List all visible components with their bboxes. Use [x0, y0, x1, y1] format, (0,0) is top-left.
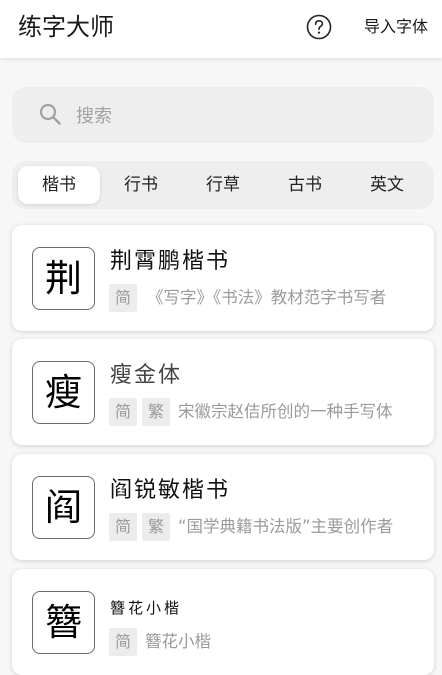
font-preview: 荆	[32, 247, 95, 310]
font-name: 阎锐敏楷书	[110, 478, 231, 503]
search-icon	[39, 103, 61, 125]
font-description: 簪花小楷	[145, 632, 211, 651]
tab-yingwen[interactable]: 英文	[346, 166, 428, 204]
search-input[interactable]	[74, 101, 418, 131]
font-description: “国学典籍书法版”主要创作者	[178, 517, 394, 536]
font-description: 《写字》《书法》教材范字书写者	[147, 288, 387, 307]
app-title: 练字大师	[18, 13, 114, 41]
tab-xingshu[interactable]: 行书	[100, 166, 182, 204]
import-font-button[interactable]: 导入字体	[364, 15, 428, 39]
style-tabs: 楷书 行书 行草 古书 英文	[12, 161, 434, 209]
tag-simplified: 简	[109, 284, 137, 312]
font-description: 宋徽宗赵佶所创的一种手写体	[178, 402, 393, 421]
font-name: 荆霄鹏楷书	[110, 249, 231, 274]
font-preview: 瘦	[32, 361, 95, 424]
font-preview: 阎	[32, 476, 95, 539]
app-header: 练字大师 导入字体	[0, 0, 442, 58]
tag-traditional: 繁	[142, 398, 170, 426]
tab-kaishu[interactable]: 楷书	[18, 166, 100, 204]
tag-simplified: 简	[109, 628, 137, 656]
font-card[interactable]: 瘦 瘦金体 简 繁 宋徽宗赵佶所创的一种手写体	[12, 339, 434, 445]
font-card[interactable]: 阎 阎锐敏楷书 简 繁 “国学典籍书法版”主要创作者	[12, 454, 434, 560]
search-bar[interactable]	[12, 87, 434, 143]
help-icon[interactable]	[306, 14, 332, 40]
font-preview: 簪	[32, 591, 95, 654]
font-name: 瘦金体	[110, 363, 183, 388]
font-card[interactable]: 簪 簪花小楷 简 簪花小楷	[12, 569, 434, 675]
tag-simplified: 简	[109, 398, 137, 426]
tab-xingcao[interactable]: 行草	[182, 166, 264, 204]
tag-simplified: 简	[109, 513, 137, 541]
tab-gushu[interactable]: 古书	[264, 166, 346, 204]
font-card[interactable]: 荆 荆霄鹏楷书 简 《写字》《书法》教材范字书写者	[12, 225, 434, 331]
tag-traditional: 繁	[142, 513, 170, 541]
font-name: 簪花小楷	[110, 599, 183, 617]
